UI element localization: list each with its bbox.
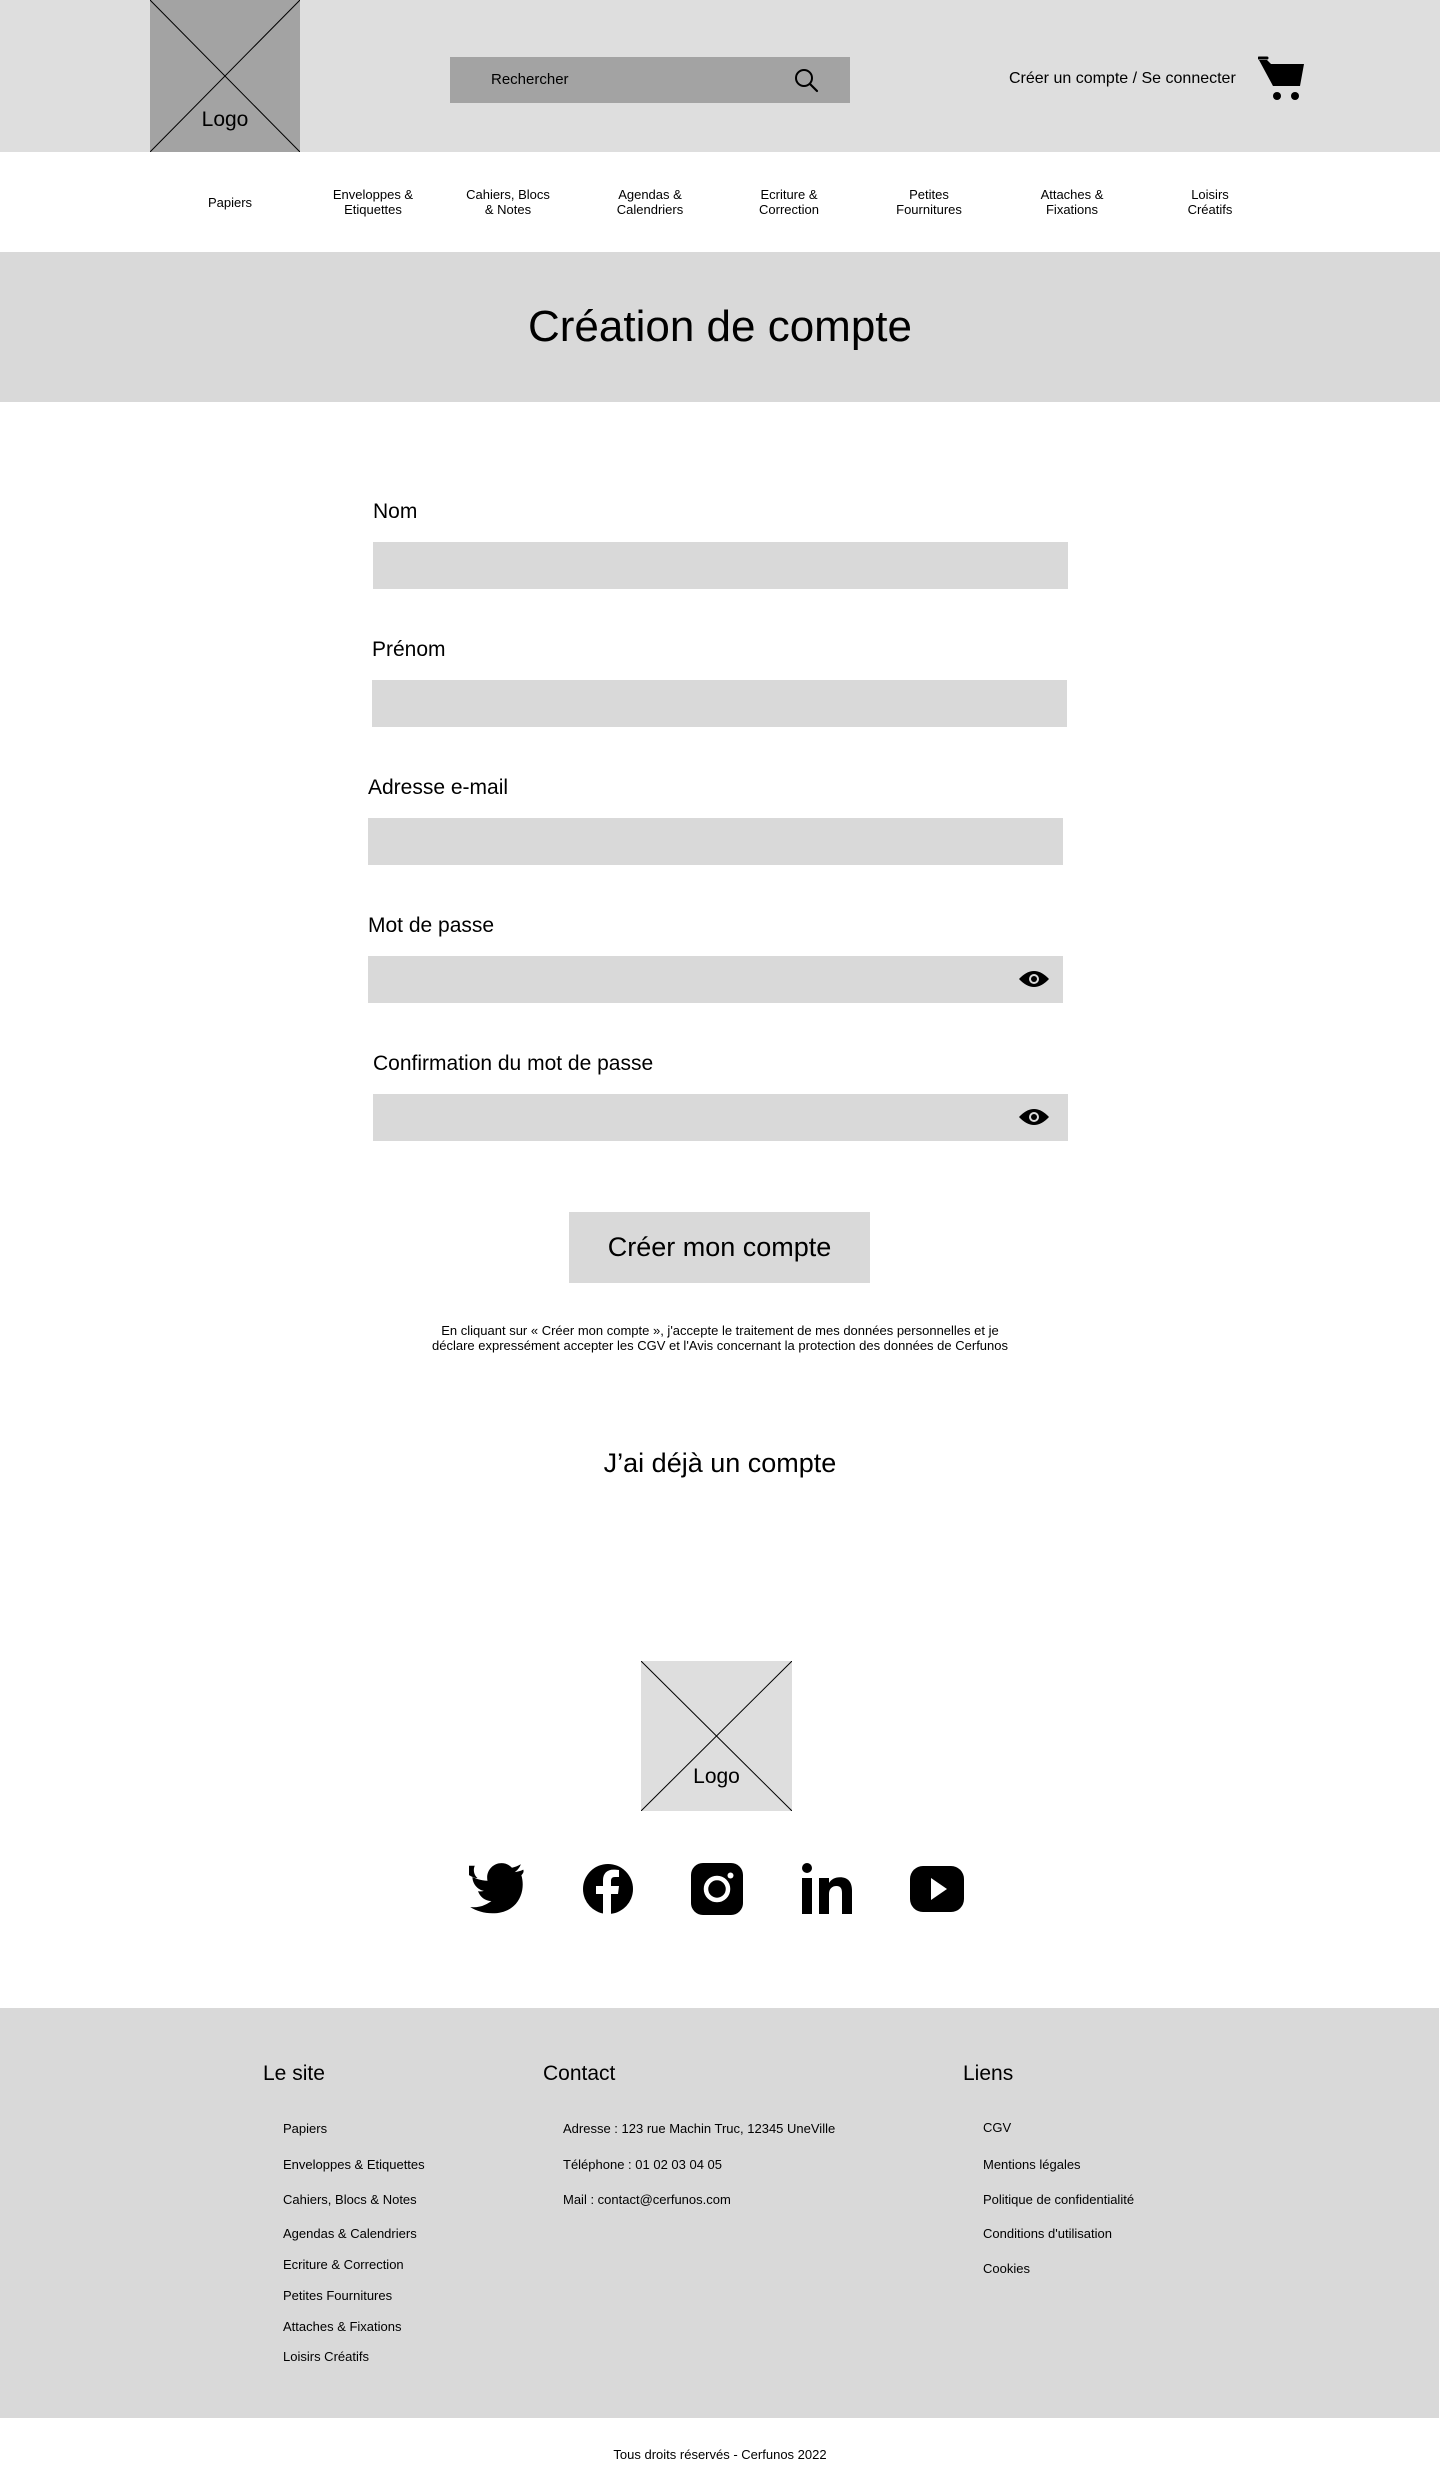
twitter-icon[interactable] (469, 1862, 525, 1916)
footer-site-link[interactable]: Ecriture & Correction (283, 2257, 404, 2272)
existing-account-link[interactable]: J’ai déjà un compte (0, 1448, 1440, 1479)
password-label: Mot de passe (368, 914, 495, 937)
email-field[interactable] (368, 818, 1063, 865)
nav-item-papiers[interactable]: Papiers (180, 152, 280, 252)
search-icon[interactable] (792, 66, 820, 94)
eye-icon[interactable] (1018, 1107, 1050, 1127)
footer-link-legal[interactable]: Mentions légales (983, 2157, 1081, 2172)
nav-label: Cahiers, Blocs (466, 187, 550, 202)
email-label: Adresse e-mail (368, 776, 509, 799)
facebook-icon[interactable] (580, 1862, 636, 1916)
logo-label: Logo (201, 108, 249, 131)
instagram-icon[interactable] (689, 1862, 745, 1916)
nav-item-loisirs[interactable]: Loisirs Créatifs (1155, 152, 1265, 252)
footer-contact-address: Adresse : 123 rue Machin Truc, 12345 Une… (563, 2121, 836, 2136)
youtube-icon[interactable] (909, 1862, 965, 1916)
logo-label: Logo (693, 1765, 740, 1788)
category-nav: Papiers Enveloppes & Etiquettes Cahiers, … (0, 152, 1440, 252)
footer-logo[interactable]: Logo (641, 1661, 792, 1811)
footer-site-link[interactable]: Attaches & Fixations (283, 2319, 402, 2334)
footer-contact-mail[interactable]: Mail : contact@cerfunos.com (563, 2192, 731, 2207)
nav-label: Créatifs (1187, 202, 1233, 217)
page-title-banner: Création de compte (0, 252, 1440, 402)
last-name-field[interactable] (373, 542, 1068, 589)
consent-text: En cliquant sur « Créer mon compte », j'… (431, 1323, 1008, 1353)
nav-label: Attaches & (1040, 187, 1104, 202)
last-name-label: Nom (373, 500, 418, 523)
footer-links-heading: Liens (963, 2062, 1014, 2085)
nav-label: Etiquettes (344, 202, 402, 217)
nav-item-attaches[interactable]: Attaches & Fixations (1017, 152, 1127, 252)
eye-icon[interactable] (1018, 969, 1050, 989)
header-logo[interactable]: Logo (150, 0, 300, 152)
nav-label: Agendas & (618, 187, 682, 202)
nav-item-cahiers[interactable]: Cahiers, Blocs & Notes (453, 152, 563, 252)
nav-label: Calendriers (616, 202, 684, 217)
password-confirm-label: Confirmation du mot de passe (373, 1052, 654, 1075)
footer-site-link[interactable]: Cahiers, Blocs & Notes (283, 2192, 417, 2207)
account-link[interactable]: Créer un compte / Se connecter (1009, 70, 1236, 88)
footer-link-cookies[interactable]: Cookies (983, 2261, 1030, 2276)
footer-link-privacy[interactable]: Politique de confidentialité (983, 2192, 1134, 2207)
footer (0, 2008, 1439, 2418)
search-placeholder: Rechercher (491, 71, 569, 88)
footer-contact-phone: Téléphone : 01 02 03 04 05 (563, 2157, 723, 2172)
nav-label: Fournitures (896, 202, 962, 217)
nav-label: Fixations (1045, 202, 1099, 217)
first-name-label: Prénom (372, 638, 446, 661)
nav-item-petites-fournitures[interactable]: Petites Fournitures (874, 152, 984, 252)
nav-label: Ecriture & (760, 187, 818, 202)
first-name-field[interactable] (372, 680, 1067, 727)
footer-site-heading: Le site (263, 2062, 325, 2085)
existing-account-label[interactable]: J’ai déjà un compte (604, 1448, 837, 1478)
footer-site-link[interactable]: Agendas & Calendriers (283, 2226, 417, 2241)
nav-label: Correction (759, 202, 819, 217)
linkedin-icon[interactable] (799, 1862, 855, 1916)
nav-label: Papiers (207, 194, 253, 210)
footer-link-cgv[interactable]: CGV (983, 2120, 1011, 2135)
search-input[interactable]: Rechercher (450, 57, 850, 103)
nav-item-agendas[interactable]: Agendas & Calendriers (595, 152, 705, 252)
page-title: Création de compte (528, 302, 912, 351)
password-field[interactable] (368, 956, 1063, 1003)
nav-label: Enveloppes & (332, 187, 414, 202)
footer-site-link[interactable]: Petites Fournitures (283, 2288, 392, 2303)
footer-link-terms[interactable]: Conditions d'utilisation (983, 2226, 1112, 2241)
cart-icon[interactable] (1258, 56, 1306, 102)
copyright: Tous droits réservés - Cerfunos 2022 (613, 2447, 827, 2462)
footer-site-link[interactable]: Enveloppes & Etiquettes (283, 2157, 425, 2172)
footer-site-link[interactable]: Papiers (283, 2121, 327, 2136)
nav-label: Petites (909, 187, 949, 202)
nav-item-enveloppes[interactable]: Enveloppes & Etiquettes (318, 152, 428, 252)
create-account-button[interactable]: Créer mon compte (569, 1212, 870, 1283)
header: Logo Rechercher Créer un compte / Se con… (0, 0, 1440, 152)
nav-label: Loisirs (1191, 187, 1229, 202)
footer-site-link[interactable]: Loisirs Créatifs (283, 2349, 369, 2364)
password-confirm-field[interactable] (373, 1094, 1068, 1141)
footer-contact-heading: Contact (543, 2062, 616, 2085)
nav-item-ecriture[interactable]: Ecriture & Correction (734, 152, 844, 252)
nav-label: & Notes (484, 202, 532, 217)
